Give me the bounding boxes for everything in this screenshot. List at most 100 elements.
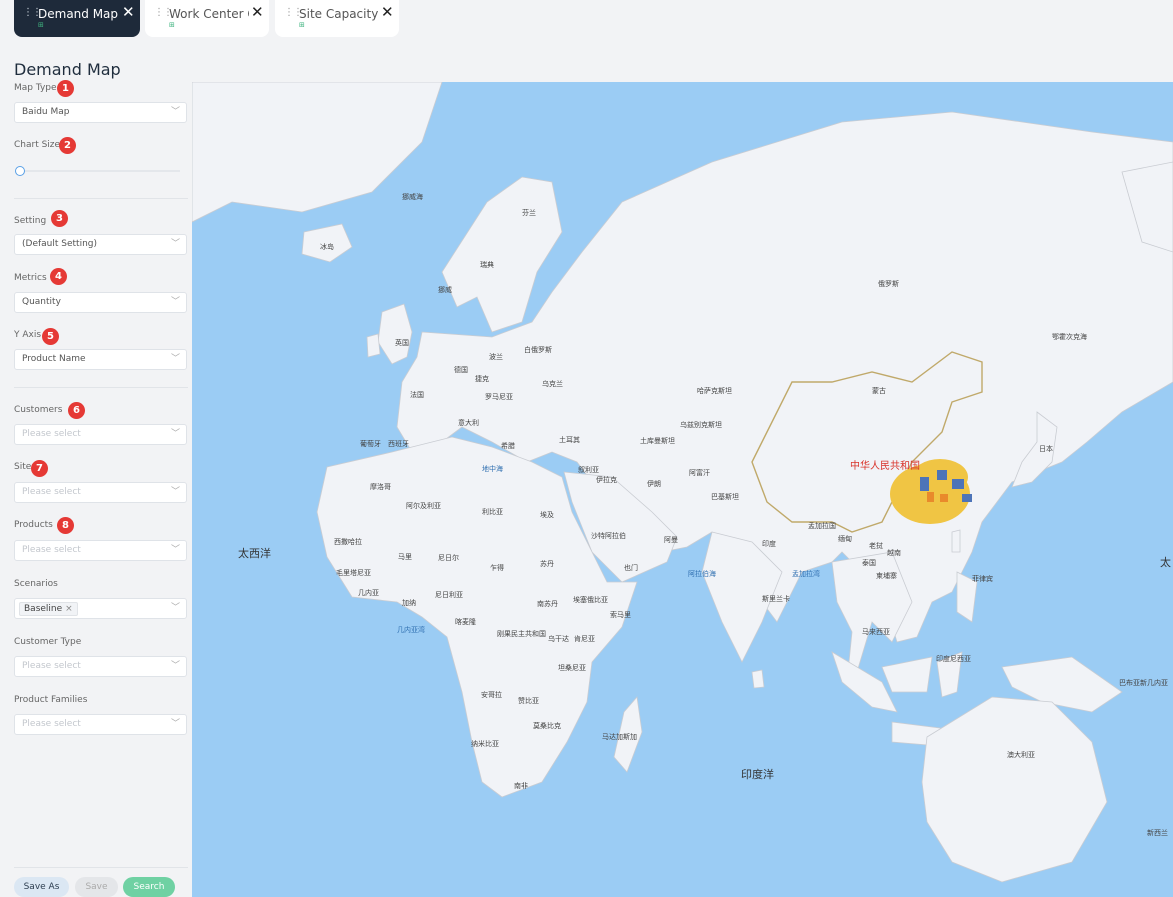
world-map-canvas <box>192 82 1173 883</box>
map-label: 越南 <box>887 549 901 557</box>
product-families-select[interactable]: Please select ﹀ <box>14 714 187 735</box>
divider <box>14 387 188 388</box>
map-label: 乌兹别克斯坦 <box>680 421 722 429</box>
y-axis-value: Product Name <box>22 354 86 364</box>
drag-handle-icon[interactable]: ⋮⋮ <box>23 8 42 18</box>
map-label: 阿曼 <box>664 536 678 544</box>
map-label: 加纳 <box>402 599 416 607</box>
customers-select[interactable]: Please select ﹀ <box>14 424 187 445</box>
chart-size-slider[interactable] <box>20 170 180 172</box>
chevron-down-icon: ﹀ <box>170 239 180 249</box>
chevron-down-icon: ﹀ <box>170 107 180 117</box>
step-badge: 4 <box>50 268 67 285</box>
metrics-value: Quantity <box>22 297 61 307</box>
map-label: 孟加拉国 <box>808 522 836 530</box>
drag-handle-icon[interactable]: ⋮⋮ <box>284 8 303 18</box>
map-label: 葡萄牙 <box>360 440 381 448</box>
metrics-select[interactable]: Quantity ﹀ <box>14 292 187 313</box>
map-label: 埃塞俄比亚 <box>573 596 608 604</box>
map-label: 哈萨克斯坦 <box>697 387 732 395</box>
customers-placeholder: Please select <box>22 429 81 439</box>
close-icon[interactable]: ✕ <box>251 5 264 20</box>
chevron-down-icon: ﹀ <box>170 429 180 439</box>
map-label: 缅甸 <box>838 535 852 543</box>
products-label: Products <box>14 520 53 530</box>
map-label: 瑞典 <box>480 261 494 269</box>
divider <box>14 867 188 868</box>
map-label: 伊拉克 <box>596 476 617 484</box>
scenario-tag: Baseline × <box>19 602 78 616</box>
map-label: 利比亚 <box>482 508 503 516</box>
map-label: 土库曼斯坦 <box>640 437 675 445</box>
scenarios-select[interactable]: Baseline × ﹀ <box>14 598 187 619</box>
map-label: 阿尔及利亚 <box>406 502 441 510</box>
chart-size-slider-thumb[interactable] <box>15 166 25 176</box>
map-label: 白俄罗斯 <box>524 346 552 354</box>
step-badge: 3 <box>51 210 68 227</box>
map-label: 印度尼西亚 <box>936 655 971 663</box>
tab-label: Site Capacity U... <box>299 7 381 21</box>
customer-type-select[interactable]: Please select ﹀ <box>14 656 187 677</box>
filter-sidebar: Demand Map Map Type 1 Baidu Map ﹀ Chart … <box>0 40 192 897</box>
map-type-select[interactable]: Baidu Map ﹀ <box>14 102 187 123</box>
search-button[interactable]: Search <box>123 877 175 897</box>
tab-demand-map[interactable]: ⋮⋮ Demand Map ⊞ ✕ <box>14 0 140 37</box>
map-label: 坦桑尼亚 <box>558 664 586 672</box>
y-axis-label: Y Axis <box>14 330 42 340</box>
map-label: 巴布亚新几内亚 <box>1119 679 1168 687</box>
tag-close-icon[interactable]: × <box>65 604 73 614</box>
map-label: 尼日尔 <box>438 554 459 562</box>
demand-map[interactable]: 挪威海 冰岛 芬兰 瑞典 挪威 俄罗斯 英国 白俄罗斯 波兰 德国 捷克 乌克兰… <box>192 82 1173 897</box>
map-label: 印度 <box>762 540 776 548</box>
tab-label: Demand Map <box>38 7 119 21</box>
close-icon[interactable]: ✕ <box>122 5 135 20</box>
divider <box>14 198 188 199</box>
ocean-label: 太 <box>1160 556 1171 569</box>
step-badge: 1 <box>57 80 74 97</box>
map-label: 菲律宾 <box>972 575 993 583</box>
scenarios-label: Scenarios <box>14 579 58 589</box>
map-label: 伊朗 <box>647 480 661 488</box>
map-label: 日本 <box>1039 445 1053 453</box>
sites-select[interactable]: Please select ﹀ <box>14 482 187 503</box>
map-label: 毛里塔尼亚 <box>336 569 371 577</box>
map-label: 沙特阿拉伯 <box>591 532 626 540</box>
product-families-placeholder: Please select <box>22 719 81 729</box>
map-label: 德国 <box>454 366 468 374</box>
chevron-down-icon: ﹀ <box>170 719 180 729</box>
map-label: 安哥拉 <box>481 691 502 699</box>
drag-handle-icon[interactable]: ⋮⋮ <box>154 8 173 18</box>
map-label: 阿拉伯海 <box>688 570 716 578</box>
products-select[interactable]: Please select ﹀ <box>14 540 187 561</box>
grid-icon: ⊞ <box>299 21 305 29</box>
map-label: 肯尼亚 <box>574 635 595 643</box>
map-label: 俄罗斯 <box>878 280 899 288</box>
map-label: 泰国 <box>862 559 876 567</box>
tab-work-center[interactable]: ⋮⋮ Work Center C... ⊞ ✕ <box>145 0 269 37</box>
step-badge: 8 <box>57 517 74 534</box>
map-label: 马来西亚 <box>862 628 890 636</box>
chevron-down-icon: ﹀ <box>170 354 180 364</box>
map-label: 柬埔寨 <box>876 572 897 580</box>
save-as-button[interactable]: Save As <box>14 877 69 897</box>
map-label: 也门 <box>624 564 638 572</box>
map-label: 西撒哈拉 <box>334 538 362 546</box>
map-label: 澳大利亚 <box>1007 751 1035 759</box>
step-badge: 7 <box>31 460 48 477</box>
metrics-label: Metrics <box>14 273 47 283</box>
grid-icon: ⊞ <box>38 21 44 29</box>
tab-bar: ⋮⋮ Demand Map ⊞ ✕ ⋮⋮ Work Center C... ⊞ … <box>0 0 1173 40</box>
map-label: 新西兰 <box>1147 829 1168 837</box>
setting-select[interactable]: (Default Setting) ﹀ <box>14 234 187 255</box>
step-badge: 5 <box>42 328 59 345</box>
map-label: 英国 <box>395 339 409 347</box>
map-label: 斯里兰卡 <box>762 595 790 603</box>
ocean-label: 印度洋 <box>741 768 774 781</box>
map-type-label: Map Type <box>14 83 57 93</box>
tab-site-capacity[interactable]: ⋮⋮ Site Capacity U... ⊞ ✕ <box>275 0 399 37</box>
save-button[interactable]: Save <box>75 877 118 897</box>
close-icon[interactable]: ✕ <box>381 5 394 20</box>
y-axis-select[interactable]: Product Name ﹀ <box>14 349 187 370</box>
chevron-down-icon: ﹀ <box>170 487 180 497</box>
map-type-value: Baidu Map <box>22 107 70 117</box>
